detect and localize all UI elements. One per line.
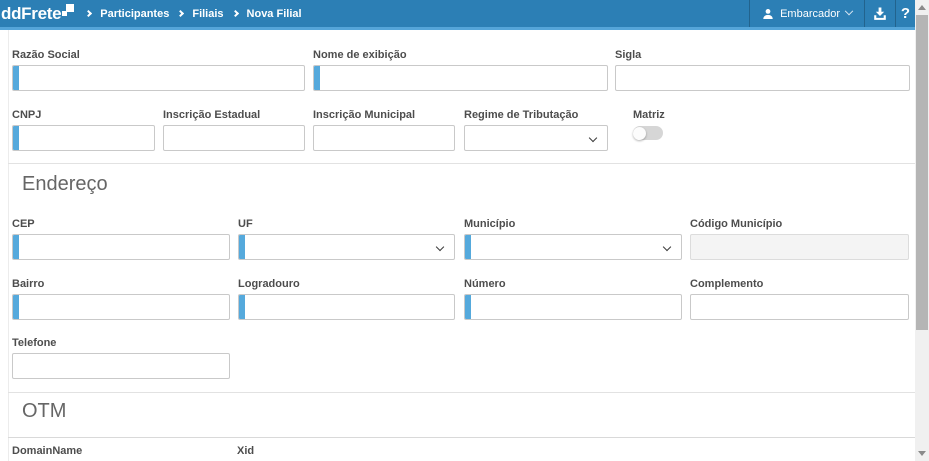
user-menu-label: Embarcador — [780, 8, 840, 20]
breadcrumb-nova-filial[interactable]: Nova Filial — [247, 8, 302, 20]
inscricao-municipal-label: Inscrição Municipal — [313, 109, 455, 122]
help-button[interactable]: ? — [895, 0, 915, 27]
logo-text: ddFrete — [1, 3, 61, 25]
help-question-mark: ? — [901, 5, 910, 22]
regime-tributacao-label: Regime de Tributação — [464, 109, 608, 122]
otm-column-domainname: DomainName — [12, 445, 82, 457]
breadcrumb-filiais[interactable]: Filiais — [192, 8, 223, 20]
municipio-label: Município — [464, 218, 682, 231]
sigla-input-wrap — [615, 65, 910, 91]
razao-social-input[interactable] — [13, 66, 304, 90]
field-razao-social: Razão Social — [12, 49, 305, 91]
inscricao-estadual-input[interactable] — [164, 126, 304, 150]
vertical-scrollbar[interactable] — [915, 0, 929, 461]
breadcrumb: Participantes Filiais Nova Filial — [85, 8, 301, 20]
otm-header-divider — [8, 437, 915, 438]
field-telefone: Telefone — [12, 337, 230, 379]
download-button[interactable] — [865, 0, 895, 27]
razao-social-label: Razão Social — [12, 49, 305, 62]
field-municipio: Município — [464, 218, 682, 260]
endereco-section-title: Endereço — [22, 173, 108, 196]
cep-input[interactable] — [13, 235, 229, 259]
nome-exibicao-input-wrap — [313, 65, 608, 91]
nova-filial-page: ddFrete Participantes Filiais Nova Filia… — [0, 0, 929, 461]
breadcrumb-participantes[interactable]: Participantes — [100, 8, 169, 20]
field-bairro: Bairro — [12, 278, 230, 320]
app-logo[interactable]: ddFrete — [1, 3, 75, 25]
user-menu-button[interactable]: Embarcador — [749, 0, 865, 27]
field-regime-tributacao: Regime de Tributação — [464, 109, 608, 151]
cep-label: CEP — [12, 218, 230, 231]
otm-section-title: OTM — [22, 400, 66, 423]
field-logradouro: Logradouro — [238, 278, 455, 320]
otm-column-xid: Xid — [237, 445, 254, 457]
bairro-label: Bairro — [12, 278, 230, 291]
uf-label: UF — [238, 218, 455, 231]
cep-input-wrap — [12, 234, 230, 260]
codigo-municipio-input — [691, 235, 908, 259]
cnpj-label: CNPJ — [12, 109, 155, 122]
section-divider — [8, 392, 915, 393]
codigo-municipio-label: Código Município — [690, 218, 909, 231]
logo-squares-icon — [62, 3, 75, 17]
cnpj-input[interactable] — [13, 126, 154, 150]
logradouro-input[interactable] — [239, 295, 454, 319]
content-panel-edge — [8, 30, 9, 461]
inscricao-estadual-label: Inscrição Estadual — [163, 109, 305, 122]
bairro-input[interactable] — [13, 295, 229, 319]
download-tray-icon — [872, 6, 888, 22]
field-inscricao-estadual: Inscrição Estadual — [163, 109, 305, 151]
telefone-input[interactable] — [13, 354, 229, 378]
field-complemento: Complemento — [690, 278, 909, 320]
logradouro-label: Logradouro — [238, 278, 455, 291]
sigla-input[interactable] — [616, 66, 909, 90]
field-sigla: Sigla — [615, 49, 910, 91]
field-cep: CEP — [12, 218, 230, 260]
numero-input-wrap — [464, 294, 682, 320]
toggle-knob — [633, 127, 646, 140]
top-navbar: ddFrete Participantes Filiais Nova Filia… — [0, 0, 915, 30]
field-matriz: Matriz — [633, 109, 693, 140]
logradouro-input-wrap — [238, 294, 455, 320]
numero-label: Número — [464, 278, 682, 291]
scrollbar-thumb[interactable] — [916, 15, 928, 330]
field-cnpj: CNPJ — [12, 109, 155, 151]
uf-select[interactable] — [238, 234, 455, 260]
inscricao-estadual-input-wrap — [163, 125, 305, 151]
field-uf: UF — [238, 218, 455, 260]
cnpj-input-wrap — [12, 125, 155, 151]
bairro-input-wrap — [12, 294, 230, 320]
razao-social-input-wrap — [12, 65, 305, 91]
field-inscricao-municipal: Inscrição Municipal — [313, 109, 455, 151]
section-divider — [8, 163, 915, 164]
field-nome-exibicao: Nome de exibição — [313, 49, 608, 91]
inscricao-municipal-input[interactable] — [314, 126, 454, 150]
sigla-label: Sigla — [615, 49, 910, 62]
matriz-label: Matriz — [633, 109, 693, 122]
nome-exibicao-input[interactable] — [314, 66, 607, 90]
complemento-label: Complemento — [690, 278, 909, 291]
codigo-municipio-input-wrap — [690, 234, 909, 260]
field-codigo-municipio: Código Município — [690, 218, 909, 260]
chevron-right-icon — [231, 10, 238, 17]
regime-tributacao-select[interactable] — [464, 125, 608, 151]
inscricao-municipal-input-wrap — [313, 125, 455, 151]
scroll-up-arrow-icon[interactable] — [918, 5, 926, 10]
person-icon — [762, 8, 774, 20]
chevron-right-icon — [177, 10, 184, 17]
chevron-right-icon — [85, 10, 92, 17]
nome-exibicao-label: Nome de exibição — [313, 49, 608, 62]
complemento-input[interactable] — [691, 295, 908, 319]
complemento-input-wrap — [690, 294, 909, 320]
municipio-select[interactable] — [464, 234, 682, 260]
field-numero: Número — [464, 278, 682, 320]
telefone-label: Telefone — [12, 337, 230, 350]
chevron-down-icon — [845, 6, 853, 14]
numero-input[interactable] — [465, 295, 681, 319]
telefone-input-wrap — [12, 353, 230, 379]
scroll-down-arrow-icon[interactable] — [918, 451, 926, 456]
matriz-toggle[interactable] — [633, 126, 663, 140]
